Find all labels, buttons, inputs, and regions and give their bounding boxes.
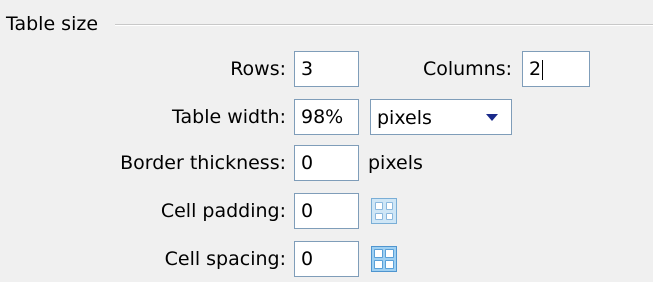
cell-spacing-icon-cell [385, 260, 394, 269]
rows-value: 3 [301, 58, 314, 80]
cell-padding-value: 0 [301, 200, 314, 222]
cell-padding-icon-cell [375, 212, 383, 220]
cell-spacing-input[interactable]: 0 [294, 241, 359, 277]
group-legend: Table size [6, 11, 105, 37]
border-thickness-value: 0 [301, 152, 314, 174]
group-divider [115, 24, 653, 26]
cell-padding-icon-cell [385, 212, 393, 220]
columns-label: Columns: [422, 58, 512, 80]
cell-padding-icon [371, 198, 397, 224]
cell-padding-label: Cell padding: [160, 200, 286, 222]
border-thickness-unit: pixels [368, 152, 423, 174]
table-width-unit-value: pixels [377, 107, 432, 129]
cell-spacing-icon-cell [374, 260, 383, 269]
cell-spacing-label: Cell spacing: [164, 248, 286, 270]
rows-input[interactable]: 3 [294, 51, 359, 87]
border-thickness-input[interactable]: 0 [294, 145, 359, 181]
border-thickness-label: Border thickness: [120, 152, 286, 174]
cell-spacing-icon-cell [385, 249, 394, 258]
text-caret [542, 59, 544, 80]
cell-spacing-icon [371, 246, 397, 272]
table-width-unit-select[interactable]: pixels [370, 99, 512, 135]
rows-label: Rows: [230, 58, 286, 80]
cell-padding-icon-cell [375, 202, 383, 210]
columns-value: 2 [529, 58, 542, 80]
table-width-label: Table width: [172, 106, 286, 128]
columns-input[interactable]: 2 [522, 51, 590, 87]
chevron-down-icon[interactable] [486, 114, 498, 121]
cell-padding-input[interactable]: 0 [294, 193, 359, 229]
cell-padding-icon-cell [385, 202, 393, 210]
table-width-input[interactable]: 98% [294, 99, 359, 135]
cell-spacing-icon-cell [374, 249, 383, 258]
cell-spacing-value: 0 [301, 248, 314, 270]
table-width-value: 98% [301, 106, 344, 128]
